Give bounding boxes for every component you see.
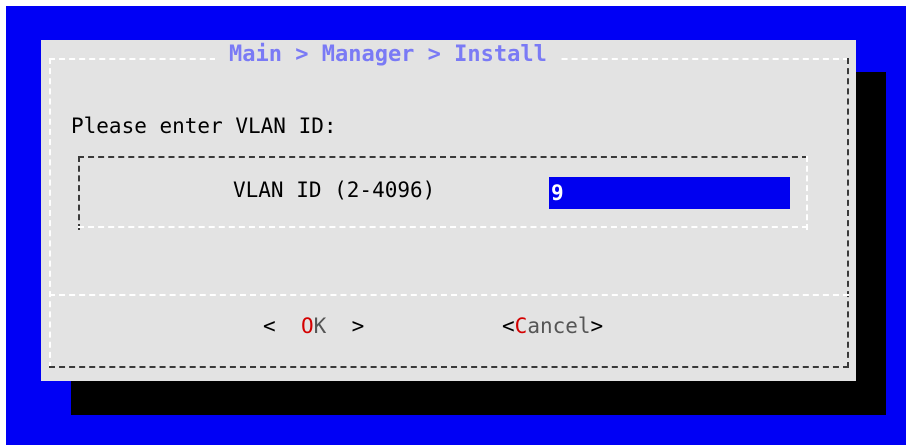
prompt-text: Please enter VLAN ID: — [71, 114, 337, 138]
cancel-hotkey: C — [514, 314, 528, 338]
input-box-top — [78, 156, 808, 158]
ok-button[interactable]: < OK > — [263, 314, 364, 338]
dialog-frame-left — [49, 58, 51, 368]
ok-label-rest: K — [313, 314, 327, 338]
cancel-label-rest: ancel — [527, 314, 591, 338]
cancel-button[interactable]: <Cancel> — [502, 314, 603, 338]
input-box-bottom — [78, 226, 808, 228]
button-separator — [49, 294, 849, 296]
ok-open-bracket: < — [263, 314, 276, 338]
dialog-frame-bottom — [49, 366, 849, 368]
vlan-id-input[interactable]: 9 — [549, 177, 790, 209]
ok-hotkey: O — [300, 314, 314, 338]
dialog-title: Main > Manager > Install — [215, 42, 561, 67]
vlan-dialog: Main > Manager > Install Please enter VL… — [41, 40, 856, 381]
dialog-frame-right — [847, 58, 849, 368]
ok-close-bracket: > — [351, 314, 365, 338]
vlan-id-label: VLAN ID (2-4096) — [233, 178, 436, 202]
input-box-left — [78, 156, 80, 230]
input-box-right — [806, 156, 808, 230]
cancel-open-bracket: < — [502, 314, 515, 338]
cancel-close-bracket: > — [590, 314, 604, 338]
